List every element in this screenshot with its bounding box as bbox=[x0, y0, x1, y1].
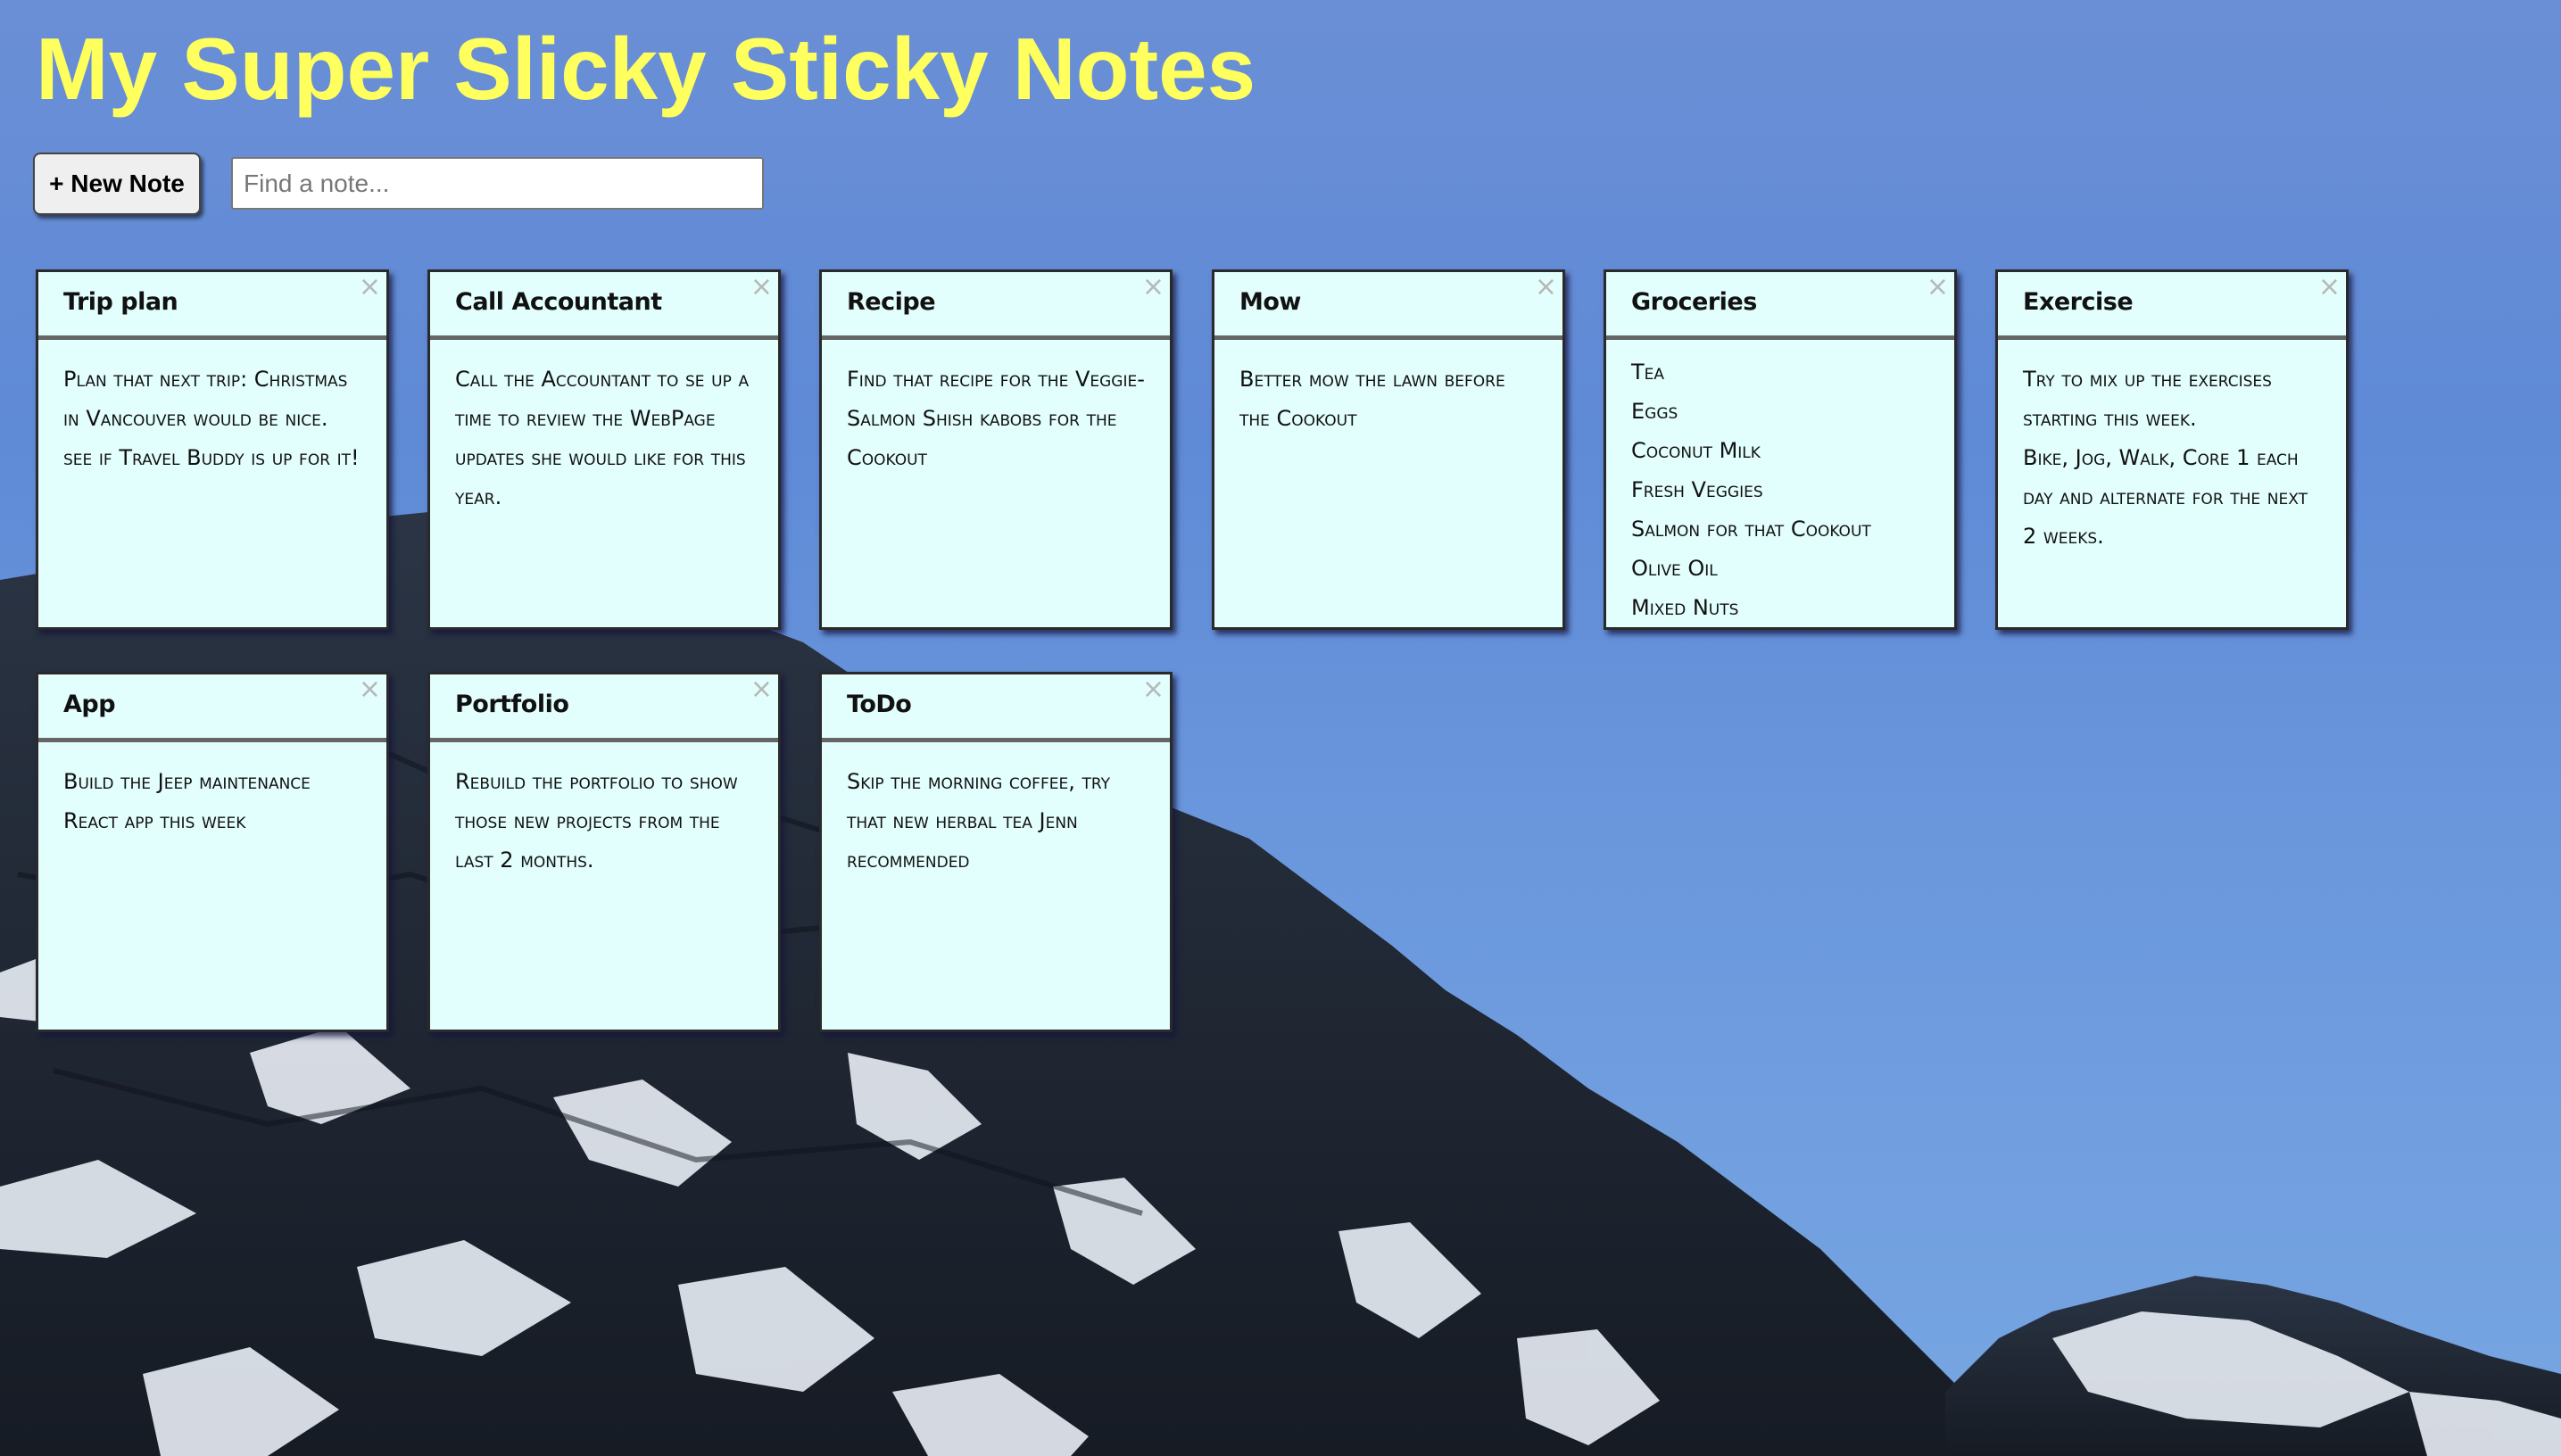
note-line: Mixed Nuts bbox=[1631, 595, 1739, 620]
note-line: Rebuild the portfolio to show those new … bbox=[455, 769, 738, 873]
close-icon[interactable]: × bbox=[1927, 274, 1949, 301]
close-icon[interactable]: × bbox=[750, 274, 773, 301]
note-body[interactable]: Tea Eggs Coconut Milk Fresh Veggies Salm… bbox=[1606, 340, 1954, 625]
close-icon[interactable]: × bbox=[359, 676, 381, 703]
note-line: Eggs bbox=[1631, 399, 1678, 424]
note-line: see if Travel Buddy is up for it! bbox=[63, 445, 360, 470]
note-body[interactable]: Build the Jeep maintenance React app thi… bbox=[38, 742, 386, 1028]
close-icon[interactable]: × bbox=[750, 676, 773, 703]
page-title: My Super Slicky Sticky Notes bbox=[36, 20, 1256, 118]
note-body[interactable]: Plan that next trip: Christmas in Vancou… bbox=[38, 340, 386, 625]
note-body[interactable]: Better mow the lawn before the Cookout bbox=[1214, 340, 1562, 625]
close-icon[interactable]: × bbox=[1142, 274, 1164, 301]
close-icon[interactable]: × bbox=[1535, 274, 1557, 301]
note-title[interactable]: Exercise bbox=[2023, 288, 2134, 316]
note-header: Portfolio × bbox=[430, 674, 778, 742]
note-header: Recipe × bbox=[822, 272, 1170, 340]
note-title[interactable]: Call Accountant bbox=[455, 288, 662, 316]
note-line: Build the Jeep maintenance React app thi… bbox=[63, 769, 311, 833]
note-title[interactable]: App bbox=[63, 691, 116, 718]
search-input[interactable] bbox=[231, 157, 764, 210]
note-line: Fresh Veggies bbox=[1631, 477, 1763, 502]
note-card-call-accountant[interactable]: Call Accountant × Call the Accountant to… bbox=[427, 269, 781, 630]
note-body[interactable]: Skip the morning coffee, try that new he… bbox=[822, 742, 1170, 1028]
new-note-button[interactable]: + New Note bbox=[33, 153, 201, 215]
note-card-todo[interactable]: ToDo × Skip the morning coffee, try that… bbox=[819, 672, 1173, 1032]
note-line: Better mow the lawn before the Cookout bbox=[1239, 367, 1505, 431]
note-title[interactable]: Portfolio bbox=[455, 691, 569, 718]
note-title[interactable]: Mow bbox=[1239, 288, 1301, 316]
close-icon[interactable]: × bbox=[359, 274, 381, 301]
note-card-trip-plan[interactable]: Trip plan × Plan that next trip: Christm… bbox=[36, 269, 389, 630]
note-card-portfolio[interactable]: Portfolio × Rebuild the portfolio to sho… bbox=[427, 672, 781, 1032]
note-card-recipe[interactable]: Recipe × Find that recipe for the Veggie… bbox=[819, 269, 1173, 630]
note-header: ToDo × bbox=[822, 674, 1170, 742]
note-body[interactable]: Find that recipe for the Veggie-Salmon S… bbox=[822, 340, 1170, 625]
note-line: Find that recipe for the Veggie-Salmon S… bbox=[847, 367, 1145, 470]
note-body[interactable]: Call the Accountant to se up a time to r… bbox=[430, 340, 778, 625]
note-title[interactable]: Recipe bbox=[847, 288, 936, 316]
close-icon[interactable]: × bbox=[1142, 676, 1164, 703]
note-card-exercise[interactable]: Exercise × Try to mix up the exercises s… bbox=[1995, 269, 2349, 630]
note-header: App × bbox=[38, 674, 386, 742]
note-card-mow[interactable]: Mow × Better mow the lawn before the Coo… bbox=[1212, 269, 1565, 630]
close-icon[interactable]: × bbox=[2318, 274, 2341, 301]
note-line: Plan that next trip: Christmas in Vancou… bbox=[63, 367, 348, 431]
note-line: Olive Oil bbox=[1631, 556, 1718, 581]
note-title[interactable]: Groceries bbox=[1631, 288, 1757, 316]
note-line: Salmon for that Cookout bbox=[1631, 517, 1871, 542]
note-card-groceries[interactable]: Groceries × Tea Eggs Coconut Milk Fresh … bbox=[1604, 269, 1957, 630]
note-header: Call Accountant × bbox=[430, 272, 778, 340]
note-line: Skip the morning coffee, try that new he… bbox=[847, 769, 1110, 873]
note-header: Groceries × bbox=[1606, 272, 1954, 340]
note-line: Coconut Milk bbox=[1631, 438, 1761, 463]
note-line: Try to mix up the exercises starting thi… bbox=[2023, 367, 2272, 431]
note-card-app[interactable]: App × Build the Jeep maintenance React a… bbox=[36, 672, 389, 1032]
note-header: Exercise × bbox=[1998, 272, 2346, 340]
note-line: Bike, Jog, Walk, Core 1 each day and alt… bbox=[2023, 445, 2308, 549]
note-line: Tea bbox=[1631, 360, 1665, 385]
note-title[interactable]: Trip plan bbox=[63, 288, 178, 316]
note-header: Mow × bbox=[1214, 272, 1562, 340]
note-title[interactable]: ToDo bbox=[847, 691, 912, 718]
note-body[interactable]: Rebuild the portfolio to show those new … bbox=[430, 742, 778, 1028]
note-line: Call the Accountant to se up a time to r… bbox=[455, 367, 750, 509]
note-header: Trip plan × bbox=[38, 272, 386, 340]
note-body[interactable]: Try to mix up the exercises starting thi… bbox=[1998, 340, 2346, 625]
